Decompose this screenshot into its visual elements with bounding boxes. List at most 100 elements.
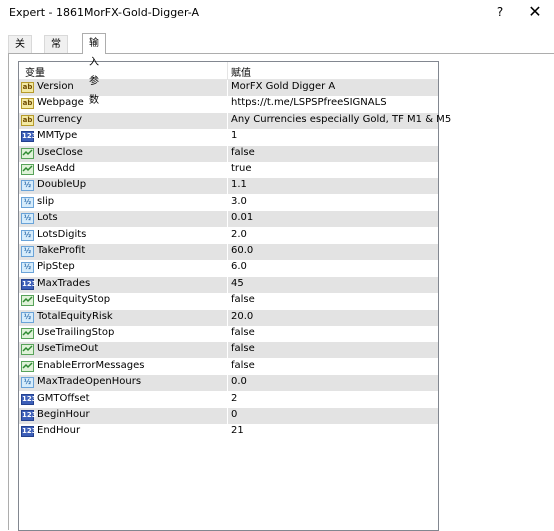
- double-type-icon: ½: [21, 180, 34, 192]
- param-value[interactable]: https://t.me/LSPSPfreeSIGNALS: [231, 97, 387, 108]
- param-value[interactable]: 0: [231, 409, 237, 420]
- param-value[interactable]: false: [231, 147, 255, 158]
- param-row-useclose[interactable]: UseClose false: [19, 145, 438, 162]
- param-row-slip[interactable]: ½ slip 3.0: [19, 194, 438, 211]
- close-button[interactable]: ✕: [527, 2, 543, 21]
- param-name: DoubleUp: [37, 179, 87, 191]
- param-row-lotsdigits[interactable]: ½ LotsDigits 2.0: [19, 227, 438, 244]
- boolean-type-icon: [21, 344, 34, 356]
- param-name: EnableErrorMessages: [37, 359, 145, 371]
- boolean-type-icon: [21, 295, 34, 307]
- cell-divider: [227, 194, 228, 211]
- cell-divider: [227, 260, 228, 277]
- double-type-icon: ½: [21, 311, 34, 323]
- param-row-enableerrormessages[interactable]: EnableErrorMessages false: [19, 358, 438, 375]
- double-type-icon: ½: [21, 196, 34, 208]
- cell-divider: [227, 162, 228, 178]
- param-row-currency[interactable]: ab Currency Any Currencies especially Gold…: [19, 112, 451, 129]
- param-name: PipStep: [37, 261, 75, 273]
- param-name: MaxTrades: [37, 277, 91, 289]
- param-value[interactable]: MorFX Gold Digger A: [231, 81, 335, 92]
- string-type-icon: ab: [21, 82, 34, 93]
- param-name: slip: [37, 195, 55, 207]
- column-header-value[interactable]: 赋值: [231, 64, 251, 79]
- tab-inputs[interactable]: 输入参数: [82, 33, 106, 106]
- cell-divider: [227, 178, 228, 195]
- cell-divider: [227, 293, 228, 310]
- double-type-icon: ½: [21, 377, 34, 389]
- param-row-mmtype[interactable]: 123 MMType 1: [19, 129, 438, 146]
- param-name: Webpage: [37, 97, 84, 109]
- column-header-variable[interactable]: 变量: [25, 64, 45, 79]
- param-row-usetimeout[interactable]: UseTimeOut false: [19, 342, 438, 359]
- param-name: UseAdd: [37, 163, 76, 174]
- param-row-pipstep[interactable]: ½ PipStep 6.0: [19, 260, 438, 277]
- param-name: Lots: [37, 212, 58, 224]
- cell-divider: [227, 276, 228, 293]
- boolean-type-icon: [21, 147, 34, 159]
- cell-divider: [227, 342, 228, 359]
- param-name: TotalEquityRisk: [37, 310, 113, 322]
- column-divider[interactable]: [227, 62, 228, 79]
- cell-divider: [227, 309, 228, 326]
- string-type-icon: ab: [21, 114, 34, 126]
- param-value[interactable]: 2.0: [231, 229, 247, 240]
- param-value[interactable]: 1.1: [231, 179, 247, 190]
- param-value[interactable]: 2: [231, 393, 237, 404]
- param-name: UseClose: [37, 146, 83, 158]
- param-row-beginhour[interactable]: 123 BeginHour 0: [19, 408, 438, 424]
- grid-header: 变量 赋值: [19, 62, 438, 80]
- boolean-type-icon: [21, 328, 34, 339]
- param-row-gmtoffset[interactable]: 123 GMTOffset 2: [19, 391, 438, 408]
- integer-type-icon: 123: [21, 278, 37, 290]
- cell-divider: [227, 96, 228, 113]
- param-row-maxtradeopenhours[interactable]: ½ MaxTradeOpenHours 0.0: [19, 375, 438, 392]
- integer-type-icon: 123: [21, 131, 37, 143]
- param-name: UseTrailingStop: [37, 327, 115, 338]
- cell-divider: [227, 358, 228, 375]
- param-value[interactable]: true: [231, 163, 252, 174]
- param-value[interactable]: 1: [231, 130, 237, 141]
- param-name: UseEquityStop: [37, 294, 111, 306]
- param-row-doubleup[interactable]: ½ DoubleUp 1.1: [19, 178, 438, 195]
- window-title: Expert - 1861MorFX-Gold-Digger-A: [9, 6, 200, 19]
- param-name: TakeProfit: [37, 245, 86, 256]
- double-type-icon: ½: [21, 213, 34, 225]
- integer-type-icon: 123: [21, 426, 37, 438]
- param-value[interactable]: false: [231, 294, 255, 305]
- param-row-webpage[interactable]: ab Webpage https://t.me/LSPSPfreeSIGNALS: [19, 96, 438, 113]
- param-value[interactable]: false: [231, 343, 255, 354]
- param-value[interactable]: 6.0: [231, 261, 247, 272]
- param-value[interactable]: 20.0: [231, 311, 253, 322]
- param-value[interactable]: false: [231, 360, 255, 371]
- title-bar: Expert - 1861MorFX-Gold-Digger-A ? ✕: [0, 0, 554, 29]
- param-value[interactable]: Any Currencies especially Gold, TF M1 & …: [231, 114, 451, 125]
- cell-divider: [227, 391, 228, 408]
- param-row-usetrailingstop[interactable]: UseTrailingStop false: [19, 326, 438, 342]
- param-row-takeprofit[interactable]: ½ TakeProfit 60.0: [19, 244, 438, 260]
- string-type-icon: ab: [21, 98, 34, 110]
- param-value[interactable]: 60.0: [231, 245, 253, 256]
- param-row-useadd[interactable]: UseAdd true: [19, 162, 438, 178]
- param-name: MMType: [37, 130, 78, 142]
- param-value[interactable]: 45: [231, 278, 244, 289]
- param-value[interactable]: false: [231, 327, 255, 338]
- param-row-maxtrades[interactable]: 123 MaxTrades 45: [19, 276, 438, 293]
- param-row-version[interactable]: ab Version MorFX Gold Digger A: [19, 80, 438, 96]
- param-value[interactable]: 0.0: [231, 376, 247, 387]
- cell-divider: [227, 375, 228, 392]
- help-button[interactable]: ?: [494, 5, 506, 19]
- param-value[interactable]: 0.01: [231, 212, 253, 223]
- param-row-totalequityrisk[interactable]: ½ TotalEquityRisk 20.0: [19, 309, 438, 326]
- param-row-useequitystop[interactable]: UseEquityStop false: [19, 293, 438, 310]
- param-row-endhour[interactable]: 123 EndHour 21: [19, 424, 438, 441]
- param-name: Currency: [37, 113, 83, 125]
- tab-common[interactable]: 常用: [44, 35, 68, 67]
- param-value[interactable]: 21: [231, 425, 244, 436]
- cell-divider: [227, 129, 228, 146]
- tab-about[interactable]: 关于: [8, 35, 32, 67]
- param-row-lots[interactable]: ½ Lots 0.01: [19, 211, 438, 228]
- param-value[interactable]: 3.0: [231, 196, 247, 207]
- integer-type-icon: 123: [21, 393, 37, 405]
- cell-divider: [227, 244, 228, 260]
